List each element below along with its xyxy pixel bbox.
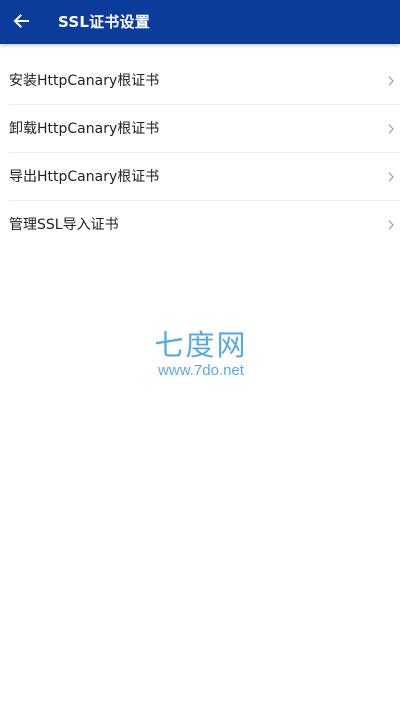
chevron-right-icon <box>388 172 394 182</box>
ssl-certificate-settings-screen: SSL证书设置 安装HttpCanary根证书 卸载HttpCanary根证书 … <box>0 0 400 713</box>
uninstall-root-certificate-label: 卸载HttpCanary根证书 <box>9 121 160 137</box>
page-title: SSL证书设置 <box>58 13 150 31</box>
watermark: 七度网 www.7do.net <box>145 328 257 380</box>
arrow-left-icon <box>13 14 29 28</box>
manage-ssl-imported-certificates-item[interactable]: 管理SSL导入证书 <box>0 201 400 249</box>
watermark-logo: 七度网 <box>154 328 248 362</box>
watermark-url: www.7do.net <box>158 362 244 379</box>
uninstall-root-certificate-item[interactable]: 卸载HttpCanary根证书 <box>0 105 400 153</box>
install-root-certificate-label: 安装HttpCanary根证书 <box>9 73 160 89</box>
install-root-certificate-item[interactable]: 安装HttpCanary根证书 <box>0 57 400 105</box>
chevron-right-icon <box>388 124 394 134</box>
chevron-right-icon <box>388 220 394 230</box>
export-root-certificate-label: 导出HttpCanary根证书 <box>9 169 160 185</box>
settings-list: 安装HttpCanary根证书 卸载HttpCanary根证书 导出HttpCa… <box>0 57 400 249</box>
app-bar: SSL证书设置 <box>0 0 400 44</box>
chevron-right-icon <box>388 76 394 86</box>
manage-ssl-imported-certificates-label: 管理SSL导入证书 <box>9 217 119 233</box>
export-root-certificate-item[interactable]: 导出HttpCanary根证书 <box>0 153 400 201</box>
back-button[interactable] <box>6 6 36 36</box>
